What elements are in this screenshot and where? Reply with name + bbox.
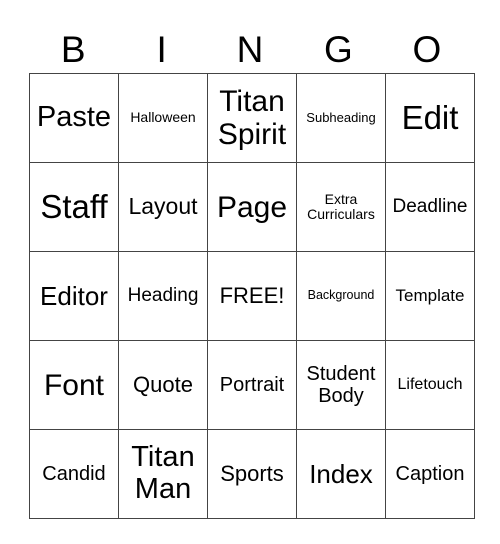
bingo-cell[interactable]: Page (207, 162, 297, 252)
bingo-cell[interactable]: Font (29, 340, 119, 430)
bingo-cell[interactable]: Paste (29, 73, 119, 163)
bingo-cell[interactable]: Editor (29, 251, 119, 341)
bingo-cell[interactable]: Background (296, 251, 386, 341)
bingo-row: Editor Heading FREE! Background Template (29, 251, 475, 341)
header-letter-g: G (324, 29, 353, 70)
bingo-cell[interactable]: Heading (118, 251, 208, 341)
bingo-cell[interactable]: Template (385, 251, 475, 341)
bingo-row: Paste Halloween Titan Spirit Subheading … (29, 73, 475, 163)
bingo-cell[interactable]: Sports (207, 429, 297, 519)
free-space[interactable]: FREE! (207, 251, 297, 341)
bingo-cell[interactable]: Extra Curriculars (296, 162, 386, 252)
bingo-cell[interactable]: Quote (118, 340, 208, 430)
bingo-cell[interactable]: Index (296, 429, 386, 519)
bingo-cell[interactable]: Caption (385, 429, 475, 519)
bingo-row: Staff Layout Page Extra Curriculars Dead… (29, 162, 475, 252)
bingo-cell[interactable]: Candid (29, 429, 119, 519)
bingo-cell[interactable]: Portrait (207, 340, 297, 430)
bingo-cell[interactable]: Edit (385, 73, 475, 163)
bingo-cell[interactable]: Deadline (385, 162, 475, 252)
bingo-header: B I N G O (29, 28, 471, 72)
bingo-row: Font Quote Portrait Student Body Lifetou… (29, 340, 475, 430)
bingo-card: Paste Halloween Titan Spirit Subheading … (29, 73, 475, 519)
bingo-cell[interactable]: Lifetouch (385, 340, 475, 430)
bingo-cell[interactable]: Staff (29, 162, 119, 252)
header-letter-o: O (412, 29, 442, 70)
header-letter-n: N (236, 29, 264, 70)
bingo-cell[interactable]: Student Body (296, 340, 386, 430)
bingo-row: Candid Titan Man Sports Index Caption (29, 429, 475, 519)
bingo-cell[interactable]: Halloween (118, 73, 208, 163)
header-letter-i: I (156, 29, 167, 70)
bingo-cell[interactable]: Titan Spirit (207, 73, 297, 163)
bingo-cell[interactable]: Titan Man (118, 429, 208, 519)
bingo-cell[interactable]: Subheading (296, 73, 386, 163)
header-letter-b: B (60, 29, 86, 70)
bingo-cell[interactable]: Layout (118, 162, 208, 252)
